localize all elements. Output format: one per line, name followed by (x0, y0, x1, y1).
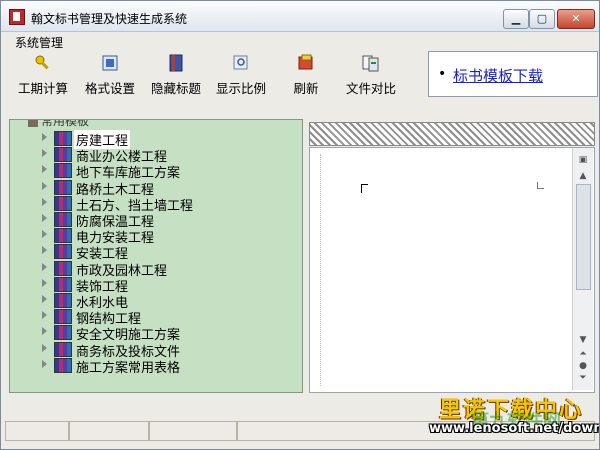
book-stack-icon (54, 228, 72, 244)
format-settings-button[interactable]: 格式设置 (79, 52, 141, 96)
file-compare-button[interactable]: 文件对比 (341, 52, 401, 96)
template-tree[interactable]: 常用模板 房建工程 商业办公楼工程 地下车库施工方案 路桥土木工程 土石方、挡土墙工程防… (9, 119, 303, 393)
text-cursor (361, 184, 368, 193)
book-stack-icon (54, 244, 72, 260)
minimize-button[interactable]: ▁ (503, 9, 529, 29)
hide-title-label: 隐藏标题 (150, 81, 201, 96)
window-title: 翰文标书管理及快速生成系统 (31, 12, 188, 26)
vertical-scrollbar[interactable]: ▣ ▲ ▼ ⏶ ● ⏷ (572, 148, 593, 390)
expand-arrow-icon[interactable] (42, 133, 47, 141)
splitter-bar[interactable] (309, 122, 595, 146)
zoom-icon (233, 55, 248, 70)
close-icon: ✕ (571, 12, 581, 25)
expand-arrow-icon[interactable] (42, 246, 47, 255)
expand-arrow-icon[interactable] (42, 295, 47, 303)
bullet: • (438, 66, 447, 82)
book-stack-icon (54, 131, 72, 146)
watermark-url: www.lenosoft.net/down/ (429, 421, 600, 436)
document-page[interactable] (320, 154, 569, 386)
minimize-icon: ▁ (511, 12, 521, 25)
page-view-icon[interactable]: ▣ (577, 154, 589, 166)
tree-root[interactable]: 常用模板 (28, 119, 90, 129)
margin-mark (537, 182, 544, 189)
status-cell (5, 421, 69, 441)
expand-arrow-icon[interactable] (42, 165, 47, 174)
expand-arrow-icon[interactable] (42, 149, 47, 158)
status-cell (69, 421, 149, 441)
separator-strip (1, 99, 599, 117)
scroll-up-button[interactable]: ▲ (577, 170, 589, 182)
menu-bar: 系统管理 (1, 32, 599, 50)
scroll-down-button[interactable]: ▼ (577, 334, 589, 346)
book-stack-icon (54, 212, 72, 227)
book-stack-icon (54, 260, 72, 276)
expand-arrow-icon[interactable] (42, 181, 47, 190)
maximize-button[interactable]: ▢ (529, 9, 555, 29)
book-stack-icon (54, 147, 72, 163)
folder-icon (28, 120, 38, 127)
book-stack-icon (54, 195, 72, 211)
expand-arrow-icon[interactable] (42, 278, 47, 287)
file-compare-label: 文件对比 (345, 81, 396, 96)
expand-arrow-icon[interactable] (42, 359, 47, 368)
zoom-ratio-label: 显示比例 (215, 81, 266, 96)
book-stack-icon (54, 293, 72, 308)
expand-arrow-icon[interactable] (42, 343, 47, 352)
menu-system-management[interactable]: 系统管理 (15, 34, 63, 51)
app-window: 翰文标书管理及快速生成系统 ▁ ▢ ✕ 系统管理 工期计算 格式设置 隐藏标题 … (0, 0, 600, 450)
book-stack-icon (54, 341, 72, 357)
status-cell (149, 421, 237, 441)
book-stack-icon (54, 309, 72, 325)
close-button[interactable]: ✕ (557, 9, 595, 29)
book-icon (169, 54, 183, 72)
expand-arrow-icon[interactable] (42, 197, 47, 206)
book-stack-icon (54, 325, 72, 341)
book-stack-icon (54, 357, 72, 373)
key-icon (35, 55, 49, 70)
schedule-calc-label: 工期计算 (17, 81, 68, 96)
book-stack-icon (54, 276, 72, 292)
refresh-icon (298, 54, 313, 70)
tree-root-label: 常用模板 (41, 119, 90, 128)
compare-icon (362, 55, 379, 72)
expand-arrow-icon[interactable] (42, 311, 47, 320)
schedule-calc-button[interactable]: 工期计算 (11, 52, 75, 96)
tree-item-label: 施工方案常用表格 (76, 360, 181, 376)
expand-arrow-icon[interactable] (42, 214, 47, 222)
next-page-button[interactable]: ⏷ (577, 372, 589, 384)
book-stack-icon (54, 163, 72, 179)
hide-title-button[interactable]: 隐藏标题 (145, 52, 207, 96)
expand-arrow-icon[interactable] (42, 230, 47, 239)
refresh-label: 刷新 (293, 81, 319, 96)
refresh-button[interactable]: 刷新 (283, 52, 329, 96)
select-browse-button[interactable]: ● (577, 360, 589, 372)
zoom-ratio-button[interactable]: 显示比例 (211, 52, 271, 96)
app-icon (9, 9, 25, 25)
maximize-icon: ▢ (536, 12, 548, 25)
template-download-link[interactable]: 标书模板下载 (453, 65, 543, 86)
prev-page-button[interactable]: ⏶ (577, 348, 589, 360)
format-settings-label: 格式设置 (84, 81, 135, 96)
expand-arrow-icon[interactable] (42, 262, 47, 271)
format-icon (102, 55, 118, 71)
expand-arrow-icon[interactable] (42, 327, 47, 336)
document-view[interactable]: ▣ ▲ ▼ ⏶ ● ⏷ (309, 147, 595, 393)
title-bar[interactable]: 翰文标书管理及快速生成系统 ▁ ▢ ✕ (1, 1, 599, 32)
book-stack-icon (54, 179, 72, 195)
template-link-panel: • 标书模板下载 (428, 51, 598, 97)
scroll-thumb[interactable] (576, 184, 591, 290)
